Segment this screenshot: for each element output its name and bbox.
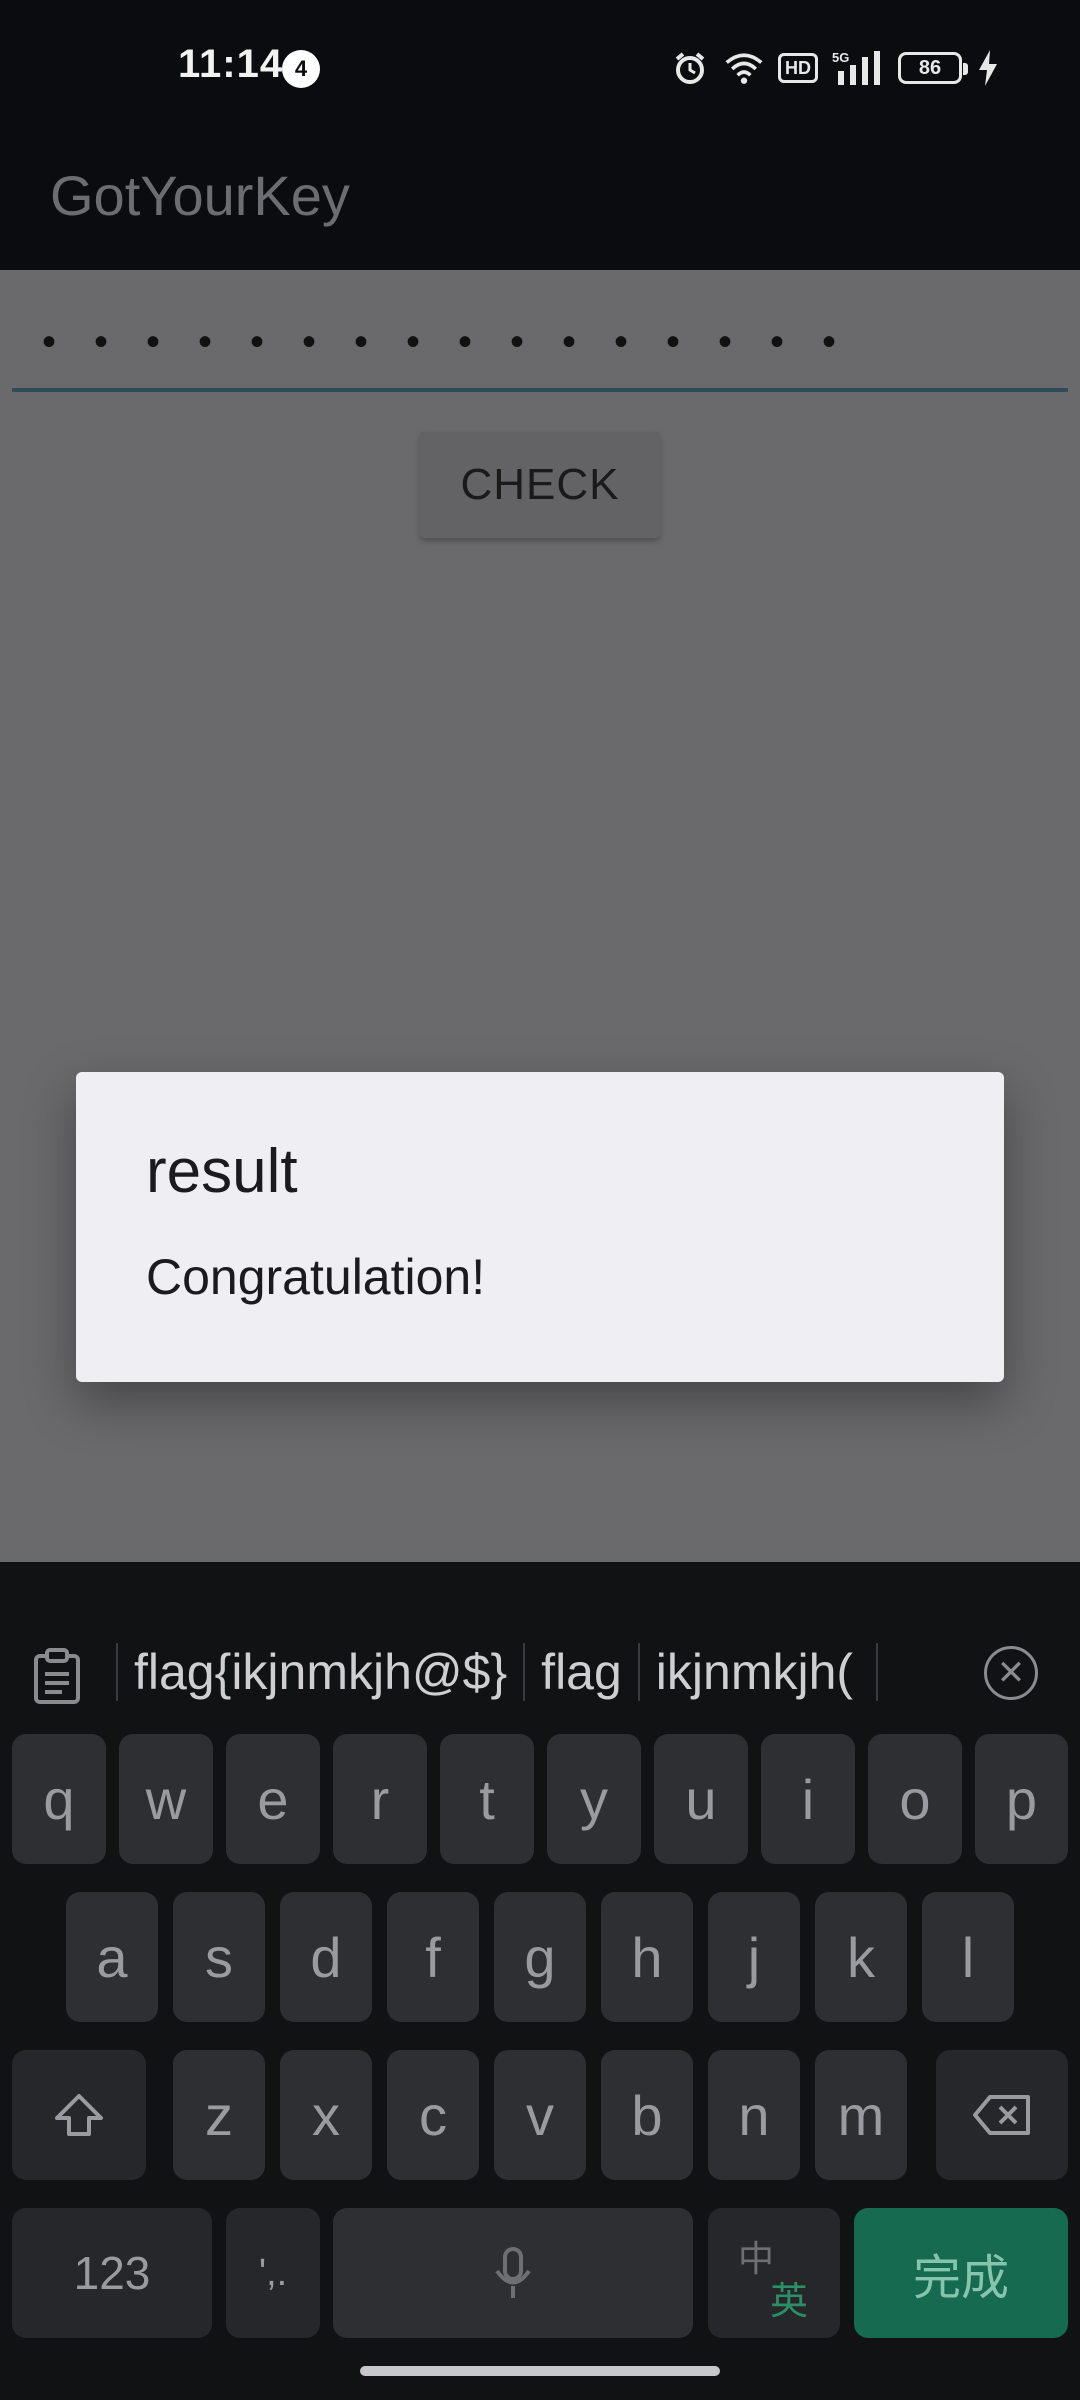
suggestion-item[interactable]: flag{ikjnmkjh@$} — [118, 1640, 523, 1704]
key-z[interactable]: z — [173, 2050, 265, 2180]
suggestion-divider — [875, 1643, 878, 1701]
key-u[interactable]: u — [654, 1734, 748, 1864]
battery-indicator: 86 — [898, 52, 968, 84]
key-h[interactable]: h — [601, 1892, 693, 2022]
key-y[interactable]: y — [547, 1734, 641, 1864]
lang-english-label: 英 — [770, 2281, 809, 2323]
status-bar: 11:14 4 HD 5G 86 — [0, 0, 1080, 135]
key-f[interactable]: f — [387, 1892, 479, 2022]
punctuation-key[interactable]: ',. — [226, 2208, 320, 2338]
home-indicator[interactable] — [360, 2366, 720, 2376]
shift-key[interactable] — [12, 2050, 146, 2180]
shift-arrow-icon — [55, 2094, 103, 2136]
cellular-signal-icon: 5G — [832, 48, 884, 88]
done-key[interactable]: 完成 — [854, 2208, 1068, 2338]
key-x[interactable]: x — [280, 2050, 372, 2180]
clock: 11:14 — [178, 42, 284, 86]
notification-count-badge: 4 — [282, 50, 320, 88]
key-q[interactable]: q — [12, 1734, 106, 1864]
password-input[interactable]: •••••••••••••••• — [12, 300, 1068, 392]
key-i[interactable]: i — [761, 1734, 855, 1864]
key-m[interactable]: m — [815, 2050, 907, 2180]
key-a[interactable]: a — [66, 1892, 158, 2022]
key-n[interactable]: n — [708, 2050, 800, 2180]
key-d[interactable]: d — [280, 1892, 372, 2022]
hd-icon: HD — [778, 53, 818, 83]
key-j[interactable]: j — [708, 1892, 800, 2022]
key-o[interactable]: o — [868, 1734, 962, 1864]
clipboard-icon[interactable] — [32, 1648, 82, 1704]
password-dots: •••••••••••••••• — [42, 320, 875, 364]
key-r[interactable]: r — [333, 1734, 427, 1864]
charging-bolt-icon — [976, 48, 1000, 88]
key-p[interactable]: p — [975, 1734, 1068, 1864]
key-g[interactable]: g — [494, 1892, 586, 2022]
suggestion-item[interactable]: flag — [525, 1640, 638, 1704]
backspace-icon — [973, 2095, 1030, 2135]
microphone-icon — [495, 2247, 531, 2298]
network-type-label: 5G — [832, 50, 849, 65]
key-v[interactable]: v — [494, 2050, 586, 2180]
key-t[interactable]: t — [440, 1734, 534, 1864]
key-k[interactable]: k — [815, 1892, 907, 2022]
status-icons: HD 5G 86 — [670, 48, 1000, 88]
result-dialog: result Congratulation! — [76, 1072, 1004, 1382]
app-title: GotYourKey — [50, 164, 350, 227]
app-bar: GotYourKey — [0, 135, 1080, 270]
lang-chinese-label: 中 — [738, 2238, 775, 2279]
check-button[interactable]: CHECK — [420, 432, 660, 538]
wifi-icon — [724, 48, 764, 88]
key-c[interactable]: c — [387, 2050, 479, 2180]
key-l[interactable]: l — [922, 1892, 1014, 2022]
key-w[interactable]: w — [119, 1734, 213, 1864]
suggestion-item[interactable]: ikjnmkjh( — [640, 1640, 876, 1704]
key-b[interactable]: b — [601, 2050, 693, 2180]
close-suggestions-icon[interactable]: ✕ — [984, 1646, 1038, 1700]
alarm-icon — [670, 48, 710, 88]
suggestion-bar: flag{ikjnmkjh@$} flag ikjnmkjh( ✕ — [0, 1562, 1080, 1732]
soft-keyboard: flag{ikjnmkjh@$} flag ikjnmkjh( ✕ q w e … — [0, 1562, 1080, 2400]
dialog-message: Congratulation! — [146, 1249, 486, 1305]
language-switch-key[interactable]: 中 英 — [708, 2208, 840, 2338]
backspace-key[interactable] — [936, 2050, 1068, 2180]
suggestion-list: flag{ikjnmkjh@$} flag ikjnmkjh( — [116, 1640, 878, 1704]
space-key[interactable] — [333, 2208, 693, 2338]
dialog-title: result — [146, 1137, 298, 1206]
key-s[interactable]: s — [173, 1892, 265, 2022]
key-e[interactable]: e — [226, 1734, 320, 1864]
numbers-key[interactable]: 123 — [12, 2208, 212, 2338]
